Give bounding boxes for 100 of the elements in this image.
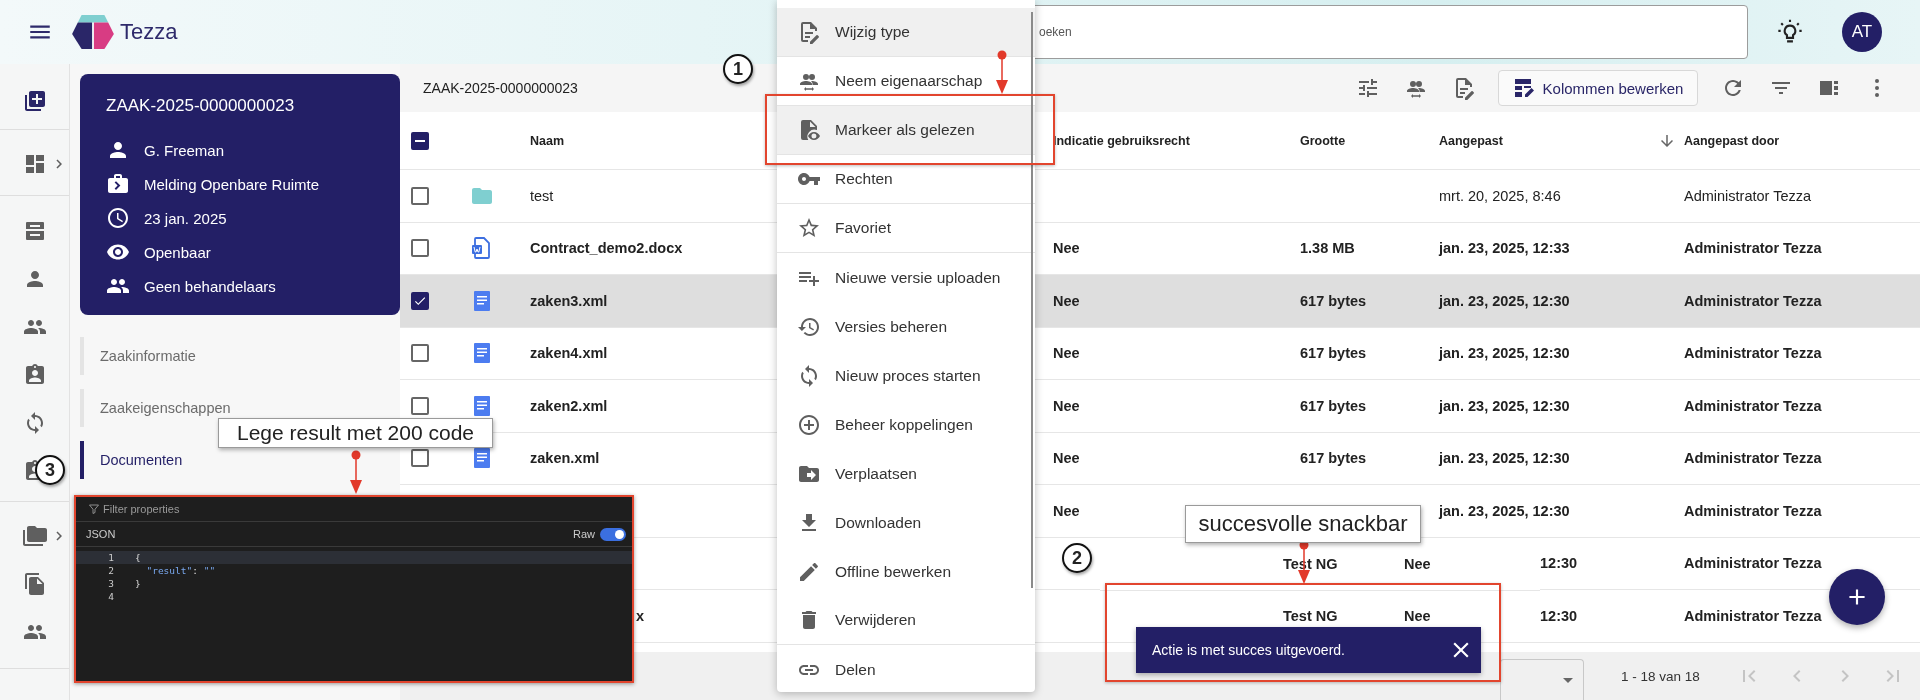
menu-item[interactable]: Delen [777, 645, 1035, 694]
column-header[interactable]: Indicatie gebruiksrecht [1053, 133, 1190, 148]
menu-item[interactable]: Markeer als gelezen [777, 106, 1035, 155]
menu-item[interactable]: Offline bewerken [777, 547, 1035, 596]
case-number: ZAAK-2025-0000000023 [423, 80, 578, 96]
raw-label: Raw [573, 528, 595, 540]
table-cell: Administrator Tezza [1684, 240, 1822, 257]
folders-icon [23, 524, 47, 548]
table-cell: 617 bytes [1300, 292, 1367, 309]
table-cell: Administrator Tezza [1684, 555, 1822, 572]
table-pencil-icon [1512, 76, 1537, 100]
callout-tooltip: succesvolle snackbar [1185, 505, 1421, 543]
dashboard-icon [23, 152, 47, 176]
briefcase-icon [106, 172, 130, 196]
search-input[interactable]: oeken [1039, 25, 1739, 39]
case-detail-text: Geen behandelaars [144, 277, 276, 295]
callout-tooltip: Lege result met 200 code [218, 418, 493, 448]
column-header[interactable]: Aangepast [1439, 133, 1503, 148]
table-cell: Nee [1053, 450, 1080, 467]
menu-item[interactable]: Beheer koppelingen [777, 400, 1035, 449]
dropdown-caret-icon [1563, 677, 1573, 683]
table-cell: Administrator Tezza [1684, 397, 1822, 414]
case-detail-text: 23 jan. 2025 [144, 209, 227, 227]
row-checkbox[interactable] [411, 449, 429, 468]
table-cell: jan. 23, 2025, 12:30 [1439, 450, 1570, 467]
file-name[interactable]: zaken2.xml [530, 397, 608, 414]
page-range: 1 - 18 van 18 [1621, 668, 1701, 684]
table-cell: jan. 23, 2025, 12:30 [1439, 397, 1570, 414]
row-checkbox[interactable] [411, 291, 429, 310]
row-checkbox[interactable] [411, 239, 429, 258]
filter-field[interactable]: Filter properties [103, 503, 180, 515]
table-cell: mrt. 20, 2025, 8:46 [1439, 187, 1561, 204]
table-cell: Nee [1404, 608, 1431, 625]
line-number: 1 [107, 552, 114, 563]
file-name[interactable]: zaken4.xml [530, 345, 608, 362]
case-detail-text: Melding Openbare Ruimte [144, 175, 320, 193]
edit-columns-button[interactable]: Kolommen bewerken [1498, 70, 1698, 106]
table-cell: 1.38 MB [1300, 240, 1355, 257]
table-cell: jan. 23, 2025, 12:33 [1439, 240, 1570, 257]
table-cell: jan. 23, 2025, 12:30 [1439, 345, 1570, 362]
menu-item[interactable]: Nieuw proces starten [777, 351, 1035, 400]
star-icon [797, 216, 821, 240]
table-cell: Administrator Tezza [1684, 502, 1822, 519]
file-name[interactable]: zaken3.xml [530, 292, 608, 309]
table-cell: Administrator Tezza [1684, 450, 1822, 467]
table-cell: Nee [1404, 555, 1431, 572]
scrollbar[interactable] [1031, 12, 1033, 588]
leader-arrow [349, 448, 363, 496]
menu-item[interactable]: Verwijderen [777, 596, 1035, 645]
more-vertical-icon [1874, 78, 1880, 98]
table-cell: Nee [1053, 345, 1080, 362]
row-checkbox[interactable] [411, 396, 429, 415]
column-header[interactable]: Aangepast door [1684, 133, 1780, 148]
menu-item[interactable]: Downloaden [777, 498, 1035, 547]
table-cell: 617 bytes [1300, 450, 1367, 467]
table-cell: Nee [1053, 502, 1080, 519]
leader-arrow [995, 50, 1009, 94]
table-cell: jan. 23, 2025, 12:30 [1439, 292, 1570, 309]
table-cell: 12:30 [1540, 607, 1578, 624]
line-number: 3 [107, 578, 114, 589]
column-header[interactable]: Grootte [1300, 133, 1346, 148]
menu-item[interactable]: Verplaatsen [777, 449, 1035, 498]
table-cell: Administrator Tezza [1684, 345, 1822, 362]
menu-item[interactable]: Wijzig type [777, 8, 1035, 57]
file-name[interactable]: x [636, 607, 645, 624]
file-name[interactable]: zaken.xml [530, 450, 600, 467]
table-cell: Nee [1053, 240, 1080, 257]
app-name: Tezza [120, 19, 178, 45]
code-line: "result": "" [145, 565, 216, 576]
sliders-icon [1356, 76, 1380, 100]
logo-icon [70, 13, 116, 51]
select-all-checkbox[interactable] [411, 131, 429, 150]
table-cell-text: Test NG [1283, 608, 1339, 625]
documents-icon [22, 572, 47, 596]
file-name[interactable]: Contract_demo2.docx [530, 240, 683, 257]
raw-toggle[interactable] [600, 527, 626, 541]
json-tab[interactable]: JSON [86, 528, 116, 540]
line-number: 4 [107, 591, 114, 602]
table-cell: 617 bytes [1300, 397, 1367, 414]
table-cell: Administrator Tezza [1684, 187, 1812, 204]
table-cell: 12:30 [1540, 555, 1578, 572]
row-checkbox[interactable] [411, 344, 429, 363]
user-avatar[interactable]: AT [1842, 12, 1882, 52]
code-line: { [135, 552, 141, 563]
case-title: ZAAK-2025-0000000023 [106, 96, 296, 116]
case-detail-text: G. Freeman [144, 141, 225, 159]
row-checkbox[interactable] [411, 186, 429, 205]
add-box-icon [22, 89, 47, 113]
table-cell: Nee [1053, 292, 1080, 309]
line-number: 2 [107, 565, 114, 576]
table-cell: Nee [1053, 397, 1080, 414]
filter-icon [88, 503, 100, 515]
column-header[interactable]: Naam [530, 133, 565, 148]
table-cell: Administrator Tezza [1684, 292, 1822, 309]
clock-icon [106, 206, 130, 230]
code-line: } [135, 578, 141, 589]
file-name[interactable]: test [530, 187, 554, 204]
table-cell: jan. 23, 2025, 12:30 [1439, 502, 1570, 519]
case-detail-text: Openbaar [144, 243, 211, 261]
snackbar-message: Actie is met succes uitgevoerd. [1152, 642, 1345, 658]
